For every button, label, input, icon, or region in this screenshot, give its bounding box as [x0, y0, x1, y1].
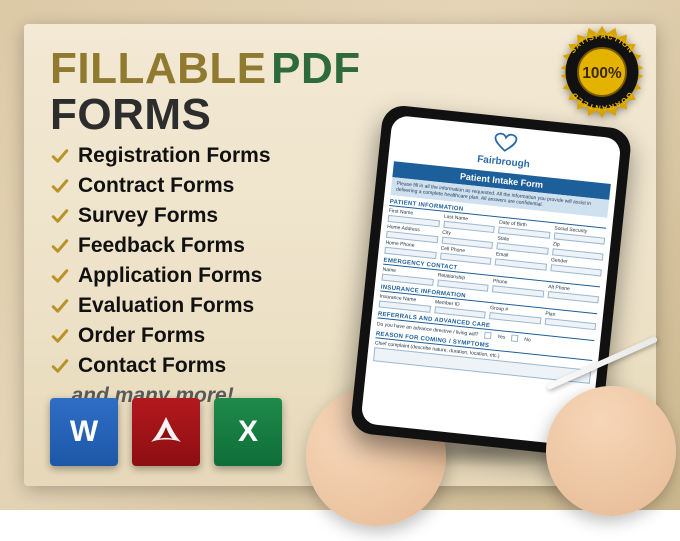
checkbox-icon — [484, 332, 492, 340]
headline-word-pdf: PDF — [271, 44, 361, 93]
list-item-label: Contract Forms — [78, 174, 234, 198]
word-letter: W — [70, 415, 98, 449]
check-icon — [50, 206, 70, 226]
excel-icon: X — [214, 398, 282, 466]
check-icon — [50, 296, 70, 316]
list-item-label: Order Forms — [78, 324, 205, 348]
promo-graphic: FILLABLE PDF FORMS Registration Forms Co… — [0, 0, 680, 510]
headline-word-fillable: FILLABLE — [50, 44, 267, 93]
word-icon: W — [50, 398, 118, 466]
heart-logo-icon — [490, 131, 520, 156]
list-item-label: Contact Forms — [78, 354, 226, 378]
badge-center-text: 100% — [582, 65, 622, 82]
check-icon — [50, 326, 70, 346]
list-item-label: Feedback Forms — [78, 234, 245, 258]
field-label: Yes — [497, 333, 506, 340]
checkbox-icon — [511, 334, 519, 342]
field-label: No — [524, 336, 531, 343]
list-item-label: Registration Forms — [78, 144, 271, 168]
card: FILLABLE PDF FORMS Registration Forms Co… — [24, 24, 656, 486]
excel-letter: X — [238, 415, 258, 449]
check-icon — [50, 236, 70, 256]
tablet-scene: Fairbrough Patient Intake Form Please fi… — [316, 106, 656, 486]
list-item-label: Evaluation Forms — [78, 294, 254, 318]
app-icons: W X — [50, 398, 282, 466]
check-icon — [50, 176, 70, 196]
check-icon — [50, 146, 70, 166]
check-icon — [50, 356, 70, 376]
acrobat-icon — [132, 398, 200, 466]
check-icon — [50, 266, 70, 286]
list-item-label: Survey Forms — [78, 204, 218, 228]
form-brand: Fairbrough — [477, 154, 531, 170]
list-item-label: Application Forms — [78, 264, 262, 288]
